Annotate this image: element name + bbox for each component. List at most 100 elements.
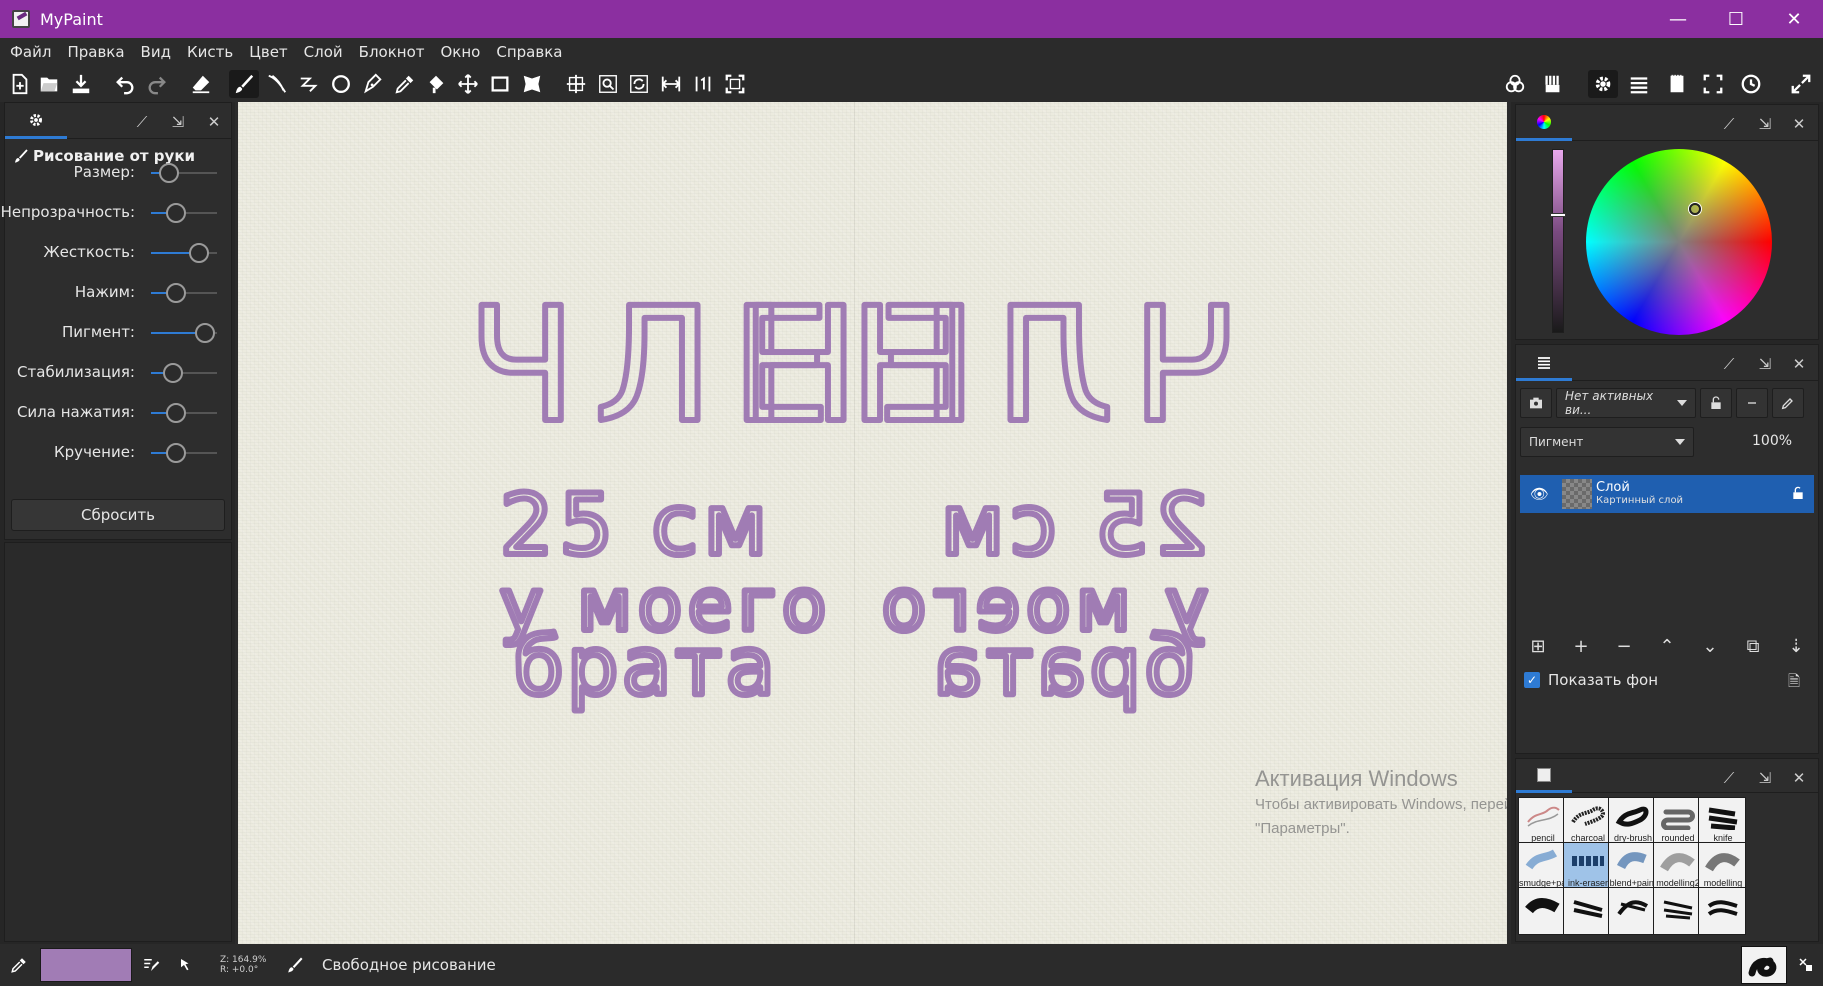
color-picker-icon[interactable] bbox=[390, 70, 420, 98]
float-panel-icon[interactable]: ⟋ bbox=[1718, 767, 1740, 789]
layer-opacity-value[interactable]: 100% bbox=[1752, 433, 1792, 449]
close-window-button[interactable]: ✕ bbox=[1765, 0, 1823, 38]
menu-help[interactable]: Справка bbox=[496, 43, 562, 61]
settings-icon[interactable] bbox=[1588, 70, 1618, 98]
slider-handle[interactable] bbox=[166, 403, 186, 423]
panel-options-icon[interactable]: ⇲ bbox=[1754, 113, 1776, 135]
move-layer-down-icon[interactable]: ⌄ bbox=[1692, 631, 1728, 661]
fill-icon[interactable] bbox=[421, 70, 451, 98]
brush-param-slider[interactable] bbox=[151, 403, 217, 423]
brush-param-slider[interactable] bbox=[151, 363, 217, 383]
menu-view[interactable]: Вид bbox=[141, 43, 171, 61]
brush-preset[interactable]: ink-eraser bbox=[1563, 842, 1611, 890]
inking-icon[interactable] bbox=[262, 70, 292, 98]
brush-preset[interactable]: pencil bbox=[1518, 797, 1566, 845]
float-panel-icon[interactable]: ⟋ bbox=[1718, 353, 1740, 375]
slider-handle[interactable] bbox=[166, 443, 186, 463]
drawing-canvas[interactable]: ЧЛЕН 25 см у моего брата ЧЛЕН 25 см у моего бр… bbox=[238, 102, 1507, 944]
brush-preset[interactable]: rounded bbox=[1653, 797, 1701, 845]
tab-layers[interactable] bbox=[1516, 345, 1572, 381]
new-file-icon[interactable] bbox=[5, 70, 35, 98]
color-palette-icon[interactable] bbox=[1500, 70, 1530, 98]
save-icon[interactable] bbox=[66, 70, 96, 98]
minimize-button[interactable]: — bbox=[1649, 0, 1707, 38]
fullscreen-icon[interactable] bbox=[1698, 70, 1728, 98]
merge-layer-down-icon[interactable]: ⇣ bbox=[1778, 631, 1814, 661]
fit-view-icon[interactable] bbox=[720, 70, 750, 98]
pen-icon[interactable] bbox=[358, 70, 388, 98]
brush-favorite-icon[interactable] bbox=[1795, 954, 1817, 976]
close-panel-icon[interactable]: ✕ bbox=[1788, 353, 1810, 375]
close-panel-icon[interactable]: ✕ bbox=[1788, 113, 1810, 135]
history-icon[interactable] bbox=[1736, 70, 1766, 98]
brush-param-slider[interactable] bbox=[151, 443, 217, 463]
layer-row[interactable]: 👁 Слой Картинный слой bbox=[1520, 475, 1814, 513]
tab-color-wheel[interactable] bbox=[1516, 105, 1572, 141]
menu-window[interactable]: Окно bbox=[441, 43, 481, 61]
brush-preset[interactable] bbox=[1698, 887, 1746, 935]
brush-preset[interactable]: knife bbox=[1698, 797, 1746, 845]
pan-icon[interactable] bbox=[453, 70, 483, 98]
background-settings-icon[interactable]: 🗎 bbox=[1788, 671, 1800, 696]
panel-options-icon[interactable]: ⇲ bbox=[167, 111, 189, 133]
slider-handle[interactable] bbox=[166, 283, 186, 303]
freehand-brush-icon[interactable] bbox=[229, 70, 259, 98]
brush-preset[interactable]: modelling2 bbox=[1653, 842, 1701, 890]
rotate-icon[interactable] bbox=[624, 70, 654, 98]
remove-layer-icon[interactable]: − bbox=[1606, 631, 1642, 661]
brush-preset[interactable] bbox=[1608, 887, 1656, 935]
layers-icon[interactable] bbox=[1624, 70, 1654, 98]
lock-view-button[interactable] bbox=[1700, 388, 1732, 418]
brush-param-slider[interactable] bbox=[151, 163, 217, 183]
value-slider[interactable] bbox=[1552, 149, 1564, 333]
lines-icon[interactable] bbox=[294, 70, 324, 98]
menu-layer[interactable]: Слой bbox=[304, 43, 343, 61]
expand-icon[interactable] bbox=[1786, 70, 1816, 98]
zoom-icon[interactable] bbox=[593, 70, 623, 98]
maximize-button[interactable]: ☐ bbox=[1707, 0, 1765, 38]
frame-icon[interactable] bbox=[485, 70, 515, 98]
input-settings-icon[interactable] bbox=[176, 954, 198, 976]
duplicate-layer-icon[interactable]: ⧉ bbox=[1735, 631, 1771, 661]
brush-preset[interactable] bbox=[1563, 887, 1611, 935]
reset-view-icon[interactable] bbox=[688, 70, 718, 98]
menu-file[interactable]: Файл bbox=[10, 43, 51, 61]
add-layer-group-icon[interactable]: ⊞ bbox=[1520, 631, 1556, 661]
remove-view-button[interactable] bbox=[1736, 388, 1768, 418]
show-background-checkbox[interactable]: ✓ bbox=[1524, 672, 1540, 688]
menu-brush[interactable]: Кисть bbox=[187, 43, 233, 61]
scratchpad-icon[interactable] bbox=[1662, 70, 1692, 98]
eraser-mode-icon[interactable] bbox=[186, 70, 216, 98]
panel-options-icon[interactable]: ⇲ bbox=[1754, 353, 1776, 375]
layer-view-snapshot-button[interactable] bbox=[1520, 388, 1552, 418]
slider-handle[interactable] bbox=[166, 203, 186, 223]
open-file-icon[interactable] bbox=[34, 70, 64, 98]
redo-icon[interactable] bbox=[142, 70, 172, 98]
brush-preset[interactable]: charcoal bbox=[1563, 797, 1611, 845]
edit-view-button[interactable] bbox=[1772, 388, 1804, 418]
brush-editor-icon[interactable] bbox=[140, 954, 162, 976]
brush-preset[interactable]: smudge+paint bbox=[1518, 842, 1566, 890]
slider-handle[interactable] bbox=[163, 363, 183, 383]
close-panel-icon[interactable]: ✕ bbox=[203, 111, 225, 133]
brush-param-slider[interactable] bbox=[151, 203, 217, 223]
tab-brush-settings[interactable] bbox=[5, 103, 67, 139]
eye-icon[interactable]: 👁 bbox=[1530, 485, 1549, 503]
symmetry-icon[interactable] bbox=[517, 70, 547, 98]
move-layer-up-icon[interactable]: ⌃ bbox=[1649, 631, 1685, 661]
menu-scratchpad[interactable]: Блокнот bbox=[359, 43, 425, 61]
slider-handle[interactable] bbox=[195, 323, 215, 343]
brush-param-slider[interactable] bbox=[151, 243, 217, 263]
layer-view-select[interactable]: Нет активных ви... bbox=[1556, 388, 1696, 418]
move-view-icon[interactable] bbox=[561, 70, 591, 98]
menu-edit[interactable]: Правка bbox=[67, 43, 124, 61]
ellipse-icon[interactable] bbox=[326, 70, 356, 98]
brush-param-slider[interactable] bbox=[151, 323, 217, 343]
undo-icon[interactable] bbox=[110, 70, 140, 98]
brush-preset[interactable]: blend+paint bbox=[1608, 842, 1656, 890]
brush-preset[interactable]: dry-brush bbox=[1608, 797, 1656, 845]
reset-button[interactable]: Сбросить bbox=[11, 499, 225, 531]
menu-color[interactable]: Цвет bbox=[249, 43, 287, 61]
add-layer-icon[interactable]: + bbox=[1563, 631, 1599, 661]
brush-preset[interactable]: modelling bbox=[1698, 842, 1746, 890]
